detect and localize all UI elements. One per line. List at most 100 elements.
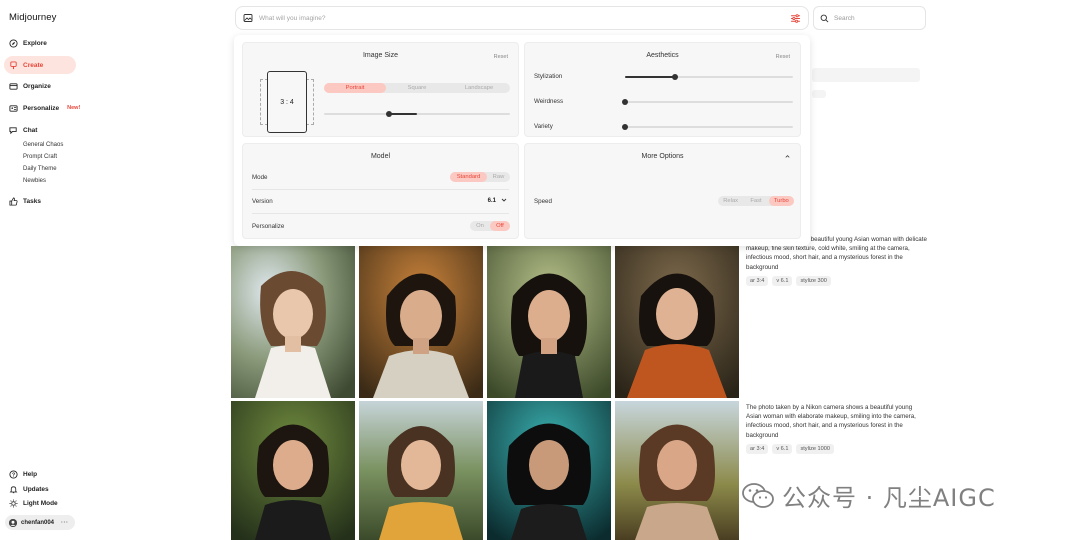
prompt-text[interactable]: The photo taken by a Nikon camera shows …: [746, 403, 928, 440]
weirdness-label: Weirdness: [534, 98, 564, 105]
speed-label: Speed: [534, 198, 552, 205]
tag[interactable]: v 6.1: [772, 444, 793, 454]
reset-button[interactable]: Reset: [494, 54, 508, 60]
faded-content: [812, 68, 920, 82]
orientation-toggle[interactable]: Portrait Square Landscape: [324, 83, 510, 93]
stylization-slider[interactable]: [625, 73, 793, 80]
aesthetics-card: Aesthetics Reset Stylization Weirdness V…: [524, 42, 801, 137]
prompt-tags: ar 3:4 v 6.1 stylize 1000: [746, 444, 834, 454]
avatar: [9, 518, 17, 527]
image-size-card: Image Size Reset 3 : 4 Portrait Square L…: [242, 42, 519, 137]
tag[interactable]: ar 3:4: [746, 444, 769, 454]
variety-slider[interactable]: [622, 123, 793, 130]
slider-handle[interactable]: [386, 110, 393, 117]
generated-image[interactable]: [615, 246, 739, 398]
generated-image[interactable]: [231, 401, 355, 540]
sidebar-item-label: Organize: [23, 82, 51, 90]
sidebar-item-label: Light Mode: [23, 499, 58, 507]
chat-room-general-chaos[interactable]: General Chaos: [23, 142, 63, 148]
more-options-icon[interactable]: ···: [61, 520, 69, 526]
aspect-ratio-preview[interactable]: 3 : 4: [260, 71, 314, 137]
version-label: Version: [252, 198, 273, 205]
image-upload-icon[interactable]: [243, 13, 253, 23]
wechat-logo-icon: [742, 482, 774, 508]
card-title: Image Size: [362, 52, 399, 59]
sidebar-item-label: Personalize: [23, 104, 60, 112]
sidebar-item-chat[interactable]: Chat: [4, 121, 76, 139]
sidebar-item-personalize[interactable]: Personalize New!: [4, 99, 80, 117]
prompt-input[interactable]: What will you imagine?: [259, 15, 325, 22]
mode-toggle[interactable]: Standard Raw: [450, 172, 510, 182]
mode-label: Mode: [252, 174, 268, 181]
search-input[interactable]: Search: [813, 6, 926, 30]
generated-image[interactable]: [359, 246, 483, 398]
app-logo[interactable]: Midjourney: [9, 12, 56, 23]
generated-image[interactable]: [487, 401, 611, 540]
sidebar-item-create[interactable]: Create: [4, 56, 76, 74]
sidebar-item-label: Tasks: [23, 197, 41, 205]
thumbs-up-icon: [9, 196, 18, 206]
sidebar-item-label: Create: [23, 61, 44, 69]
mode-standard[interactable]: Standard: [450, 172, 487, 182]
personalize-toggle[interactable]: On Off: [470, 221, 510, 231]
mode-raw[interactable]: Raw: [487, 172, 510, 182]
prompt-bar[interactable]: What will you imagine?: [235, 6, 809, 30]
sidebar-item-explore[interactable]: Explore: [4, 34, 76, 52]
speed-turbo[interactable]: Turbo: [768, 196, 794, 206]
sidebar-item-tasks[interactable]: Tasks: [4, 192, 76, 210]
speed-fast[interactable]: Fast: [743, 196, 768, 206]
new-badge: New!: [67, 105, 81, 111]
stylization-label: Stylization: [534, 73, 563, 80]
speed-toggle[interactable]: Relax Fast Turbo: [718, 196, 794, 206]
sidebar-item-label: Chat: [23, 126, 38, 134]
model-card: Model Mode Standard Raw Version 6.1 Pers…: [242, 143, 519, 239]
generated-image[interactable]: [231, 246, 355, 398]
watermark-text: 公众号 · 凡尘AIGC: [782, 484, 996, 512]
sidebar-item-label: Explore: [23, 39, 47, 47]
variety-label: Variety: [534, 123, 553, 130]
reset-button[interactable]: Reset: [776, 54, 790, 60]
user-menu[interactable]: chenfan004 ···: [5, 515, 75, 530]
orientation-landscape[interactable]: Landscape: [448, 83, 510, 93]
chevron-up-icon[interactable]: [784, 153, 791, 160]
settings-panel: Image Size Reset 3 : 4 Portrait Square L…: [234, 35, 810, 246]
watermark: 公众号 · 凡尘AIGC: [742, 478, 996, 513]
tag[interactable]: stylize 300: [796, 276, 831, 286]
sidebar-item-organize[interactable]: Organize: [4, 77, 76, 95]
generated-image[interactable]: [487, 246, 611, 398]
sidebar-item-light-mode[interactable]: Light Mode: [4, 494, 76, 512]
chevron-down-icon[interactable]: [500, 196, 508, 204]
compass-icon: [9, 38, 18, 48]
card-title: More Options: [641, 153, 684, 160]
size-slider[interactable]: [324, 110, 510, 117]
orientation-square[interactable]: Square: [386, 83, 448, 93]
tag[interactable]: stylize 1000: [796, 444, 834, 454]
slider-handle[interactable]: [672, 73, 679, 80]
personalize-on[interactable]: On: [470, 221, 490, 231]
settings-sliders-icon[interactable]: [790, 13, 801, 24]
chat-room-daily-theme[interactable]: Daily Theme: [23, 166, 57, 172]
orientation-portrait[interactable]: Portrait: [324, 83, 386, 93]
bell-icon: [9, 485, 18, 494]
sidebar-item-label: Updates: [23, 485, 49, 493]
weirdness-slider[interactable]: [622, 98, 793, 105]
chat-room-newbies[interactable]: Newbies: [23, 178, 46, 184]
generated-image[interactable]: [615, 401, 739, 540]
personalize-off[interactable]: Off: [490, 221, 510, 231]
faded-content: [812, 90, 826, 98]
slider-handle[interactable]: [622, 98, 628, 105]
speed-relax[interactable]: Relax: [718, 196, 743, 206]
version-select[interactable]: 6.1: [488, 198, 496, 204]
id-card-icon: [9, 104, 18, 113]
aspect-ratio-value: 3 : 4: [267, 71, 307, 133]
chat-room-prompt-craft[interactable]: Prompt Craft: [23, 154, 57, 160]
slider-handle[interactable]: [622, 123, 628, 130]
tag[interactable]: v 6.1: [772, 276, 793, 286]
chat-icon: [9, 126, 18, 135]
generated-image[interactable]: [359, 401, 483, 540]
card-title: Model: [370, 153, 391, 160]
username: chenfan004: [21, 519, 55, 526]
more-options-card: More Options Speed Relax Fast Turbo: [524, 143, 801, 239]
tag[interactable]: ar 3:4: [746, 276, 769, 286]
sidebar-item-label: Help: [23, 470, 38, 478]
